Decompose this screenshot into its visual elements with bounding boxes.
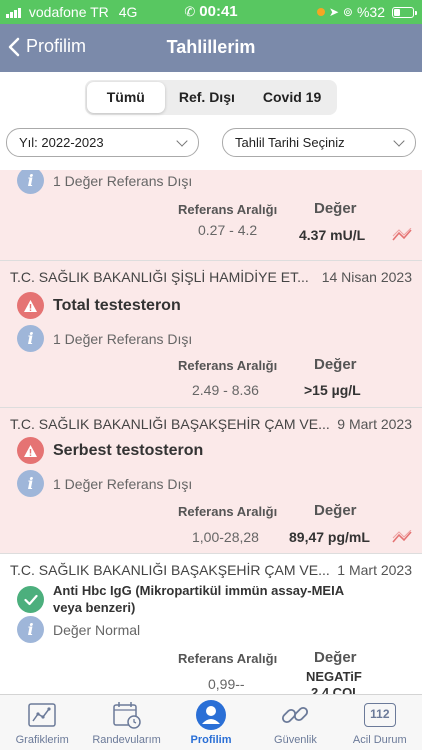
value-header: Değer [314,200,357,217]
result-card[interactable]: T.C. SAĞLIK BAKANLIĞI BAŞAKŞEHİR ÇAM VE.… [0,408,422,554]
info-icon: i [17,470,44,497]
status-icons: ➤ ⊚ %32 [316,4,417,20]
result-info-text: 1 Değer Referans Dışı [53,330,193,347]
year-select-value: Yıl: 2022-2023 [19,135,104,150]
results-list: i 1 Değer Referans Dışı Referans Aralığı… [0,170,422,694]
warning-icon [17,292,44,319]
result-value: >15 µg/L [304,382,361,398]
segment-covid19[interactable]: Covid 19 [249,82,335,113]
navigation-bar: Profilim Tahlillerim [0,24,422,72]
value-header: Değer [314,502,357,519]
filter-segmented-control: Tümü Ref. Dışı Covid 19 [84,80,338,115]
tab-label: Profilim [190,734,232,746]
tab-label: Randevularım [92,734,161,746]
segment-all[interactable]: Tümü [86,82,165,113]
result-card[interactable]: i 1 Değer Referans Dışı Referans Aralığı… [0,170,422,261]
year-select[interactable]: Yıl: 2022-2023 [6,128,199,157]
chart-icon [25,699,59,731]
reference-range-value: 0.27 - 4.2 [198,222,258,238]
battery-label: %32 [356,4,385,20]
reference-range-value: 2.49 - 8.36 [192,382,259,398]
test-date-select-value: Tahlil Tarihi Seçiniz [235,135,345,150]
institution-name: T.C. SAĞLIK BAKANLIĞI BAŞAKŞEHİR ÇAM VE.… [10,562,330,578]
rotation-lock-icon: ⊚ [342,5,353,19]
emergency-112-icon: 112 [363,699,397,731]
chevron-down-icon [176,135,188,147]
profile-icon [194,699,228,731]
tab-label: Grafiklerim [15,734,69,746]
battery-icon [392,6,417,18]
info-icon: i [17,325,44,352]
back-label: Profilim [26,36,87,56]
tab-label: Güvenlik [274,734,317,746]
result-date: 9 Mart 2023 [337,416,412,432]
result-info-row: i Değer Normal [17,616,140,643]
test-name: Total testesteron [53,296,181,314]
tab-appointments[interactable]: Randevularım [84,695,168,750]
institution-name: T.C. SAĞLIK BAKANLIĞI ŞİŞLİ HAMİDİYE ET.… [10,269,309,285]
calendar-icon [110,699,144,731]
result-value: 4.37 mU/L [299,227,366,243]
tab-security[interactable]: Güvenlik [253,695,337,750]
reference-range-header: Referans Aralığı [178,504,278,519]
result-info-text: 1 Değer Referans Dışı [53,475,193,492]
reference-range-header: Referans Aralığı [178,202,278,217]
result-info-row: i 1 Değer Referans Dışı [17,470,192,497]
result-date: 1 Mart 2023 [337,562,412,578]
test-title-row: Serbest testosteron [17,437,203,464]
tab-emergency[interactable]: 112 Acil Durum [338,695,422,750]
test-name: Serbest testosteron [53,441,204,459]
result-info-row: i 1 Değer Referans Dışı [17,325,192,352]
info-icon: i [17,616,44,643]
recording-dot-icon [316,8,325,16]
reference-range-header: Referans Aralığı [178,358,278,373]
info-icon: i [17,170,44,194]
result-card[interactable]: T.C. SAĞLIK BAKANLIĞI ŞİŞLİ HAMİDİYE ET.… [0,261,422,408]
tab-graphs[interactable]: Grafiklerim [0,695,84,750]
chevron-left-icon [8,37,20,56]
result-info-text: 1 Değer Referans Dışı [53,172,193,189]
status-bar: vodafone TR 4G ✆ 00:41 ➤ ⊚ %32 [0,0,422,24]
tab-profile[interactable]: Profilim [169,695,253,750]
location-icon: ➤ [328,5,339,19]
test-date-select[interactable]: Tahlil Tarihi Seçiniz [222,128,416,157]
chevron-down-icon [393,135,405,147]
test-title-row: Anti Hbc IgG (Mikropartikül immün assay-… [17,582,344,616]
back-button[interactable]: Profilim [8,36,86,57]
value-header: Değer [314,356,357,373]
test-name-line-1: Anti Hbc IgG (Mikropartikül immün assay-… [53,583,345,598]
test-title-row: Total testesteron [17,292,181,319]
check-circle-icon [17,586,44,613]
tab-label: Acil Durum [352,734,407,746]
result-date: 14 Nisan 2023 [321,269,412,285]
result-value-line-2: 2.4 COI [311,685,356,694]
reference-range-value: 1,00-28,28 [192,529,259,545]
test-name-line-2: veya benzeri) [53,600,136,615]
emergency-badge: 112 [363,703,396,727]
result-value-line-1: NEGATiF [306,669,362,684]
warning-icon [17,437,44,464]
result-card[interactable]: T.C. SAĞLIK BAKANLIĞI BAŞAKŞEHİR ÇAM VE.… [0,554,422,694]
reference-range-header: Referans Aralığı [178,651,278,666]
time-label: 00:41 [199,3,238,20]
link-icon [278,699,312,731]
result-value: 89,47 pg/mL [289,529,370,545]
result-info-text: Değer Normal [53,621,141,638]
result-info-row: i 1 Değer Referans Dışı [17,170,192,194]
institution-name: T.C. SAĞLIK BAKANLIĞI BAŞAKŞEHİR ÇAM VE.… [10,416,330,432]
segment-out-of-range[interactable]: Ref. Dışı [165,82,249,113]
phone-call-icon: ✆ [184,4,196,19]
tab-bar: Grafiklerim Randevularım Profilim Güvenl… [0,694,422,750]
reference-range-value: 0,99-- [208,676,245,692]
trend-chart-icon[interactable] [392,228,412,242]
value-header: Değer [314,649,357,666]
trend-chart-icon[interactable] [392,530,412,544]
